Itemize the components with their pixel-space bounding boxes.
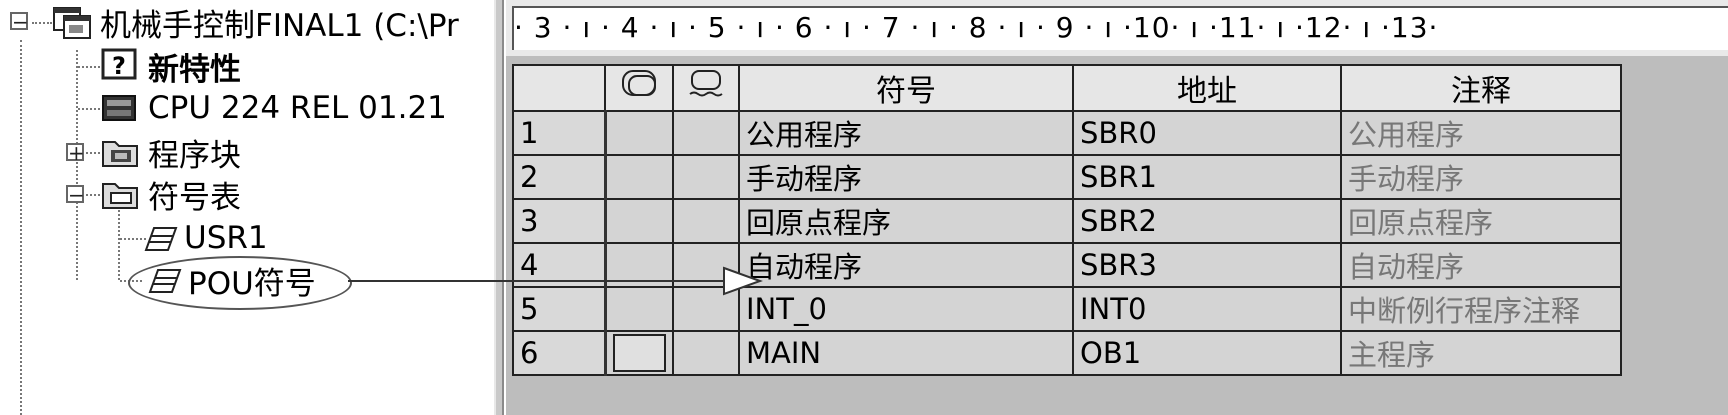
address-cell[interactable]: OB1: [1072, 330, 1342, 376]
symbol-cell[interactable]: 手动程序: [738, 154, 1074, 200]
symbol-cell[interactable]: 公用程序: [738, 110, 1074, 156]
header-unused[interactable]: [672, 64, 740, 112]
header-address[interactable]: 地址: [1072, 64, 1342, 112]
expand-icon[interactable]: +: [66, 143, 85, 163]
header-row-number[interactable]: [512, 64, 606, 112]
tree-connector: [32, 22, 52, 24]
address-cell[interactable]: SBR3: [1072, 242, 1342, 288]
overlap-cell[interactable]: [604, 286, 674, 332]
tree-connector: [118, 210, 120, 280]
tree-connector: [20, 40, 22, 415]
overlap-cell[interactable]: [604, 154, 674, 200]
tree-item-label: 程序块: [148, 137, 241, 174]
pane-splitter[interactable]: [494, 0, 504, 415]
tree-item-label: 符号表: [148, 179, 241, 216]
question-icon: ?: [100, 48, 140, 84]
tree-item-cpu[interactable]: CPU 224 REL 01.21: [100, 86, 447, 130]
overlap-icon: [622, 70, 656, 96]
table-row[interactable]: 6 MAIN OB1 主程序: [512, 330, 1622, 376]
unused-cell[interactable]: [672, 110, 740, 156]
symbol-table-grid: 符号 地址 注释 1 公用程序 SBR0 公用程序 2 手动程序 SBR1 手动…: [506, 56, 1728, 415]
tree-item-usr1[interactable]: USR1: [144, 216, 268, 260]
unused-cell[interactable]: [672, 154, 740, 200]
tree-item-label: POU符号: [188, 265, 316, 302]
tree-item-symbol-table[interactable]: 符号表: [100, 172, 241, 216]
comment-cell[interactable]: 回原点程序: [1340, 198, 1622, 244]
tree-root[interactable]: 机械手控制FINAL1 (C:\Pr: [52, 0, 459, 44]
symbol-cell[interactable]: INT_0: [738, 286, 1074, 332]
tree-item-label: CPU 224 REL 01.21: [148, 90, 447, 126]
address-cell[interactable]: SBR0: [1072, 110, 1342, 156]
table-row[interactable]: 2 手动程序 SBR1 手动程序: [512, 154, 1622, 200]
tree-item-new-features[interactable]: ? 新特性: [100, 44, 241, 88]
address-cell[interactable]: SBR1: [1072, 154, 1342, 200]
row-number[interactable]: 3: [512, 198, 607, 244]
comment-cell[interactable]: 中断例行程序注释: [1340, 286, 1622, 332]
folder-symbol-icon: [100, 176, 140, 212]
overlap-cell[interactable]: [604, 198, 674, 244]
tree-item-label: USR1: [184, 220, 268, 256]
unused-cell[interactable]: [672, 242, 740, 288]
table-icon: [148, 262, 182, 298]
comment-cell[interactable]: 公用程序: [1340, 110, 1622, 156]
symbol-cell[interactable]: 自动程序: [738, 242, 1074, 288]
ruler-scale: · 3 · ı · 4 · ı · 5 · ı · 6 · ı · 7 · ı …: [512, 6, 1728, 50]
ruler: · 3 · ı · 4 · ı · 5 · ı · 6 · ı · 7 · ı …: [506, 0, 1728, 56]
table-row[interactable]: 3 回原点程序 SBR2 回原点程序: [512, 198, 1622, 244]
collapse-icon[interactable]: −: [10, 12, 29, 32]
selection-box: [612, 334, 666, 372]
overlap-cell[interactable]: [604, 242, 674, 288]
table-icon: [144, 220, 178, 256]
symbol-table: 符号 地址 注释 1 公用程序 SBR0 公用程序 2 手动程序 SBR1 手动…: [512, 64, 1622, 376]
project-icon: [52, 4, 92, 40]
tree-connector: [86, 194, 100, 196]
table-row[interactable]: 4 自动程序 SBR3 自动程序: [512, 242, 1622, 288]
row-number[interactable]: 2: [512, 154, 607, 200]
symbol-cell[interactable]: 回原点程序: [738, 198, 1074, 244]
table-header-row: 符号 地址 注释: [512, 64, 1622, 112]
tree-connector: [120, 238, 146, 240]
unused-cell[interactable]: [672, 330, 740, 376]
row-number[interactable]: 4: [512, 242, 607, 288]
address-cell[interactable]: SBR2: [1072, 198, 1342, 244]
tree-item-label: 新特性: [148, 51, 241, 88]
tree-connector: [78, 66, 100, 68]
unused-cell[interactable]: [672, 198, 740, 244]
row-number[interactable]: 5: [512, 286, 607, 332]
overlap-cell[interactable]: [604, 330, 674, 376]
comment-cell[interactable]: 自动程序: [1340, 242, 1622, 288]
header-symbol[interactable]: 符号: [738, 64, 1074, 112]
tree-item-program-blocks[interactable]: 程序块: [100, 130, 241, 174]
unused-cell[interactable]: [672, 286, 740, 332]
tree-connector: [86, 152, 100, 154]
overlap-cell[interactable]: [604, 110, 674, 156]
tree-root-label: 机械手控制FINAL1 (C:\Pr: [100, 7, 459, 44]
table-row[interactable]: 5 INT_0 INT0 中断例行程序注释: [512, 286, 1622, 332]
collapse-icon[interactable]: −: [66, 185, 85, 205]
project-tree: − 机械手控制FINAL1 (C:\Pr ? 新特性 CPU 224 REL 0…: [0, 0, 494, 415]
folder-block-icon: [100, 134, 140, 170]
symbol-cell[interactable]: MAIN: [738, 330, 1074, 376]
header-overlap[interactable]: [604, 64, 674, 112]
tree-connector: [76, 50, 78, 280]
header-comment[interactable]: 注释: [1340, 64, 1622, 112]
row-number[interactable]: 1: [512, 110, 607, 156]
tree-item-pou-symbols[interactable]: POU符号: [148, 258, 316, 302]
comment-cell[interactable]: 手动程序: [1340, 154, 1622, 200]
cpu-icon: [100, 90, 140, 126]
row-number[interactable]: 6: [512, 330, 607, 376]
tree-connector: [78, 108, 100, 110]
comment-cell[interactable]: 主程序: [1340, 330, 1622, 376]
unused-icon: [689, 70, 723, 97]
table-row[interactable]: 1 公用程序 SBR0 公用程序: [512, 110, 1622, 156]
address-cell[interactable]: INT0: [1072, 286, 1342, 332]
svg-text:?: ?: [112, 52, 126, 80]
